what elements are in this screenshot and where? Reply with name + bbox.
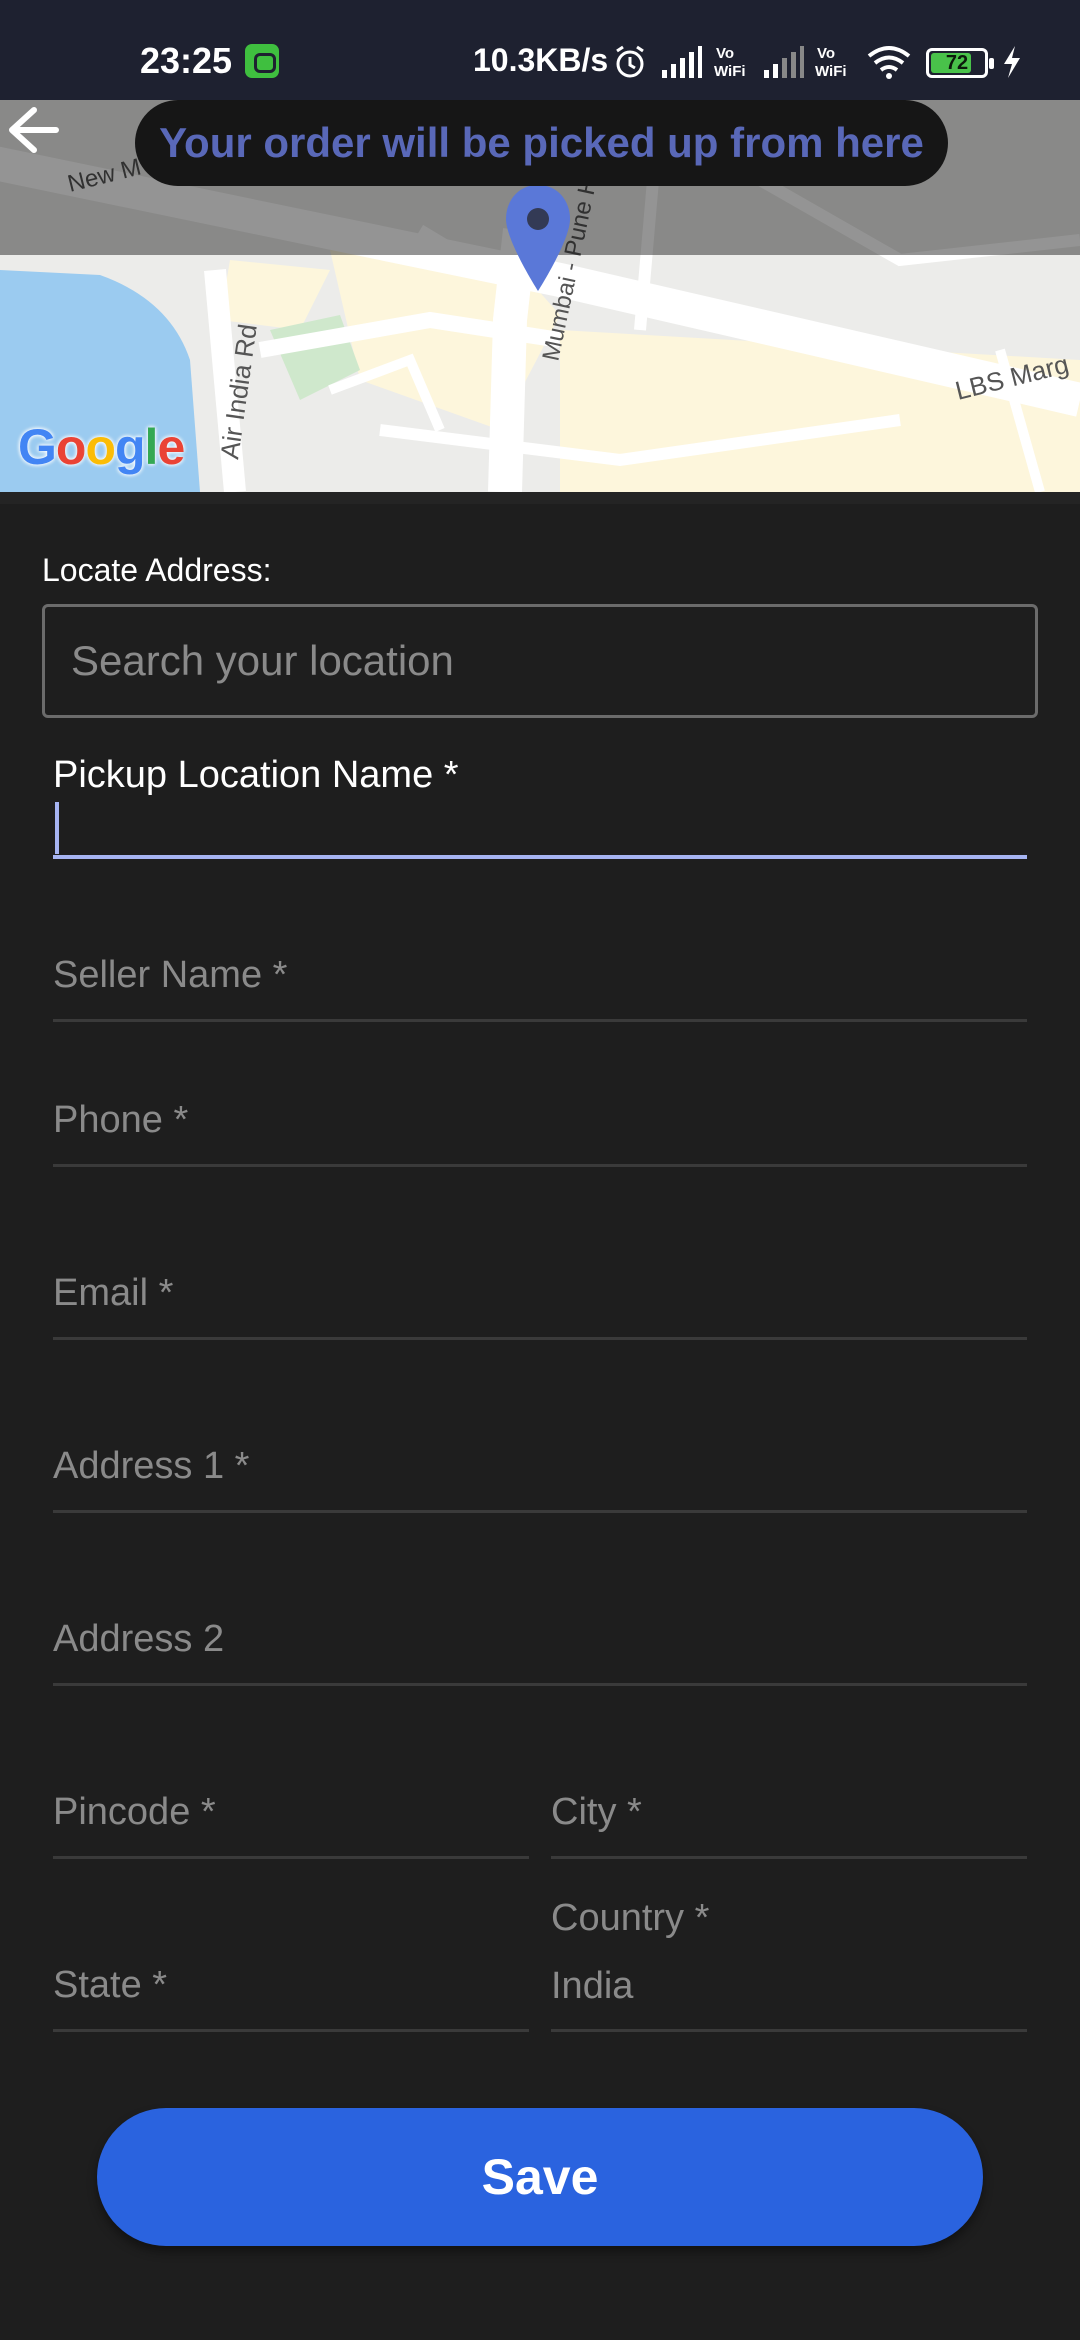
- signal-icon: [764, 46, 804, 78]
- address2-field[interactable]: Address 2: [53, 1618, 1027, 1686]
- back-arrow-icon[interactable]: [0, 100, 60, 160]
- app-notification-icon: [245, 44, 279, 78]
- search-location-input[interactable]: [45, 607, 1035, 715]
- state-label: State *: [53, 1964, 168, 2006]
- address2-label: Address 2: [53, 1618, 225, 1660]
- phone-label: Phone *: [53, 1099, 189, 1141]
- locate-address-label: Locate Address:: [42, 552, 272, 588]
- signal-icon: [662, 46, 702, 78]
- email-label: Email *: [53, 1272, 174, 1314]
- pincode-label: Pincode *: [53, 1791, 216, 1833]
- save-button[interactable]: Save: [97, 2108, 983, 2246]
- svg-text:WiFi: WiFi: [714, 63, 746, 80]
- seller-name-field[interactable]: Seller Name *: [53, 954, 1027, 1022]
- address1-label: Address 1 *: [53, 1445, 250, 1487]
- charging-icon: [1004, 46, 1020, 78]
- alarm-icon: [616, 45, 644, 78]
- seller-name-label: Seller Name *: [53, 954, 288, 996]
- country-field[interactable]: Country * India: [551, 1897, 1027, 2032]
- address-form: Locate Address: Pickup Location Name * S…: [0, 492, 1080, 2340]
- google-logo: Google: [18, 419, 185, 475]
- location-pin-icon: [506, 185, 570, 291]
- svg-text:Vo: Vo: [817, 45, 835, 62]
- pickup-location-name-field[interactable]: Pickup Location Name *: [53, 754, 1027, 859]
- country-label: Country *: [551, 1897, 710, 1939]
- city-field[interactable]: City *: [551, 1791, 1027, 1859]
- address1-field[interactable]: Address 1 *: [53, 1445, 1027, 1513]
- email-field[interactable]: Email *: [53, 1272, 1027, 1340]
- status-time: 23:25: [140, 40, 233, 81]
- status-bar: 23:25 10.3KB/s Vo WiFi Vo WiFi 72: [0, 0, 1080, 100]
- pincode-field[interactable]: Pincode *: [53, 1791, 529, 1859]
- phone-field[interactable]: Phone *: [53, 1099, 1027, 1167]
- pickup-location-name-label: Pickup Location Name *: [53, 754, 459, 796]
- vowifi-icon: Vo WiFi: [714, 45, 746, 80]
- state-field[interactable]: State *: [53, 1964, 529, 2032]
- wifi-icon: [867, 46, 911, 79]
- country-value: India: [551, 1965, 634, 2007]
- city-label: City *: [551, 1791, 642, 1833]
- vowifi-icon: Vo WiFi: [815, 45, 847, 80]
- svg-text:WiFi: WiFi: [815, 63, 847, 80]
- network-speed: 10.3KB/s: [473, 42, 609, 78]
- map-view[interactable]: New M Mumbai - Pune H Air India Rd LBS M…: [0, 100, 1080, 492]
- search-location-box[interactable]: [42, 604, 1038, 718]
- battery-level: 72: [945, 52, 969, 74]
- pickup-tooltip: Your order will be picked up from here: [135, 100, 948, 186]
- battery-icon: 72: [926, 48, 994, 78]
- text-caret: [55, 802, 59, 854]
- svg-text:Vo: Vo: [716, 45, 734, 62]
